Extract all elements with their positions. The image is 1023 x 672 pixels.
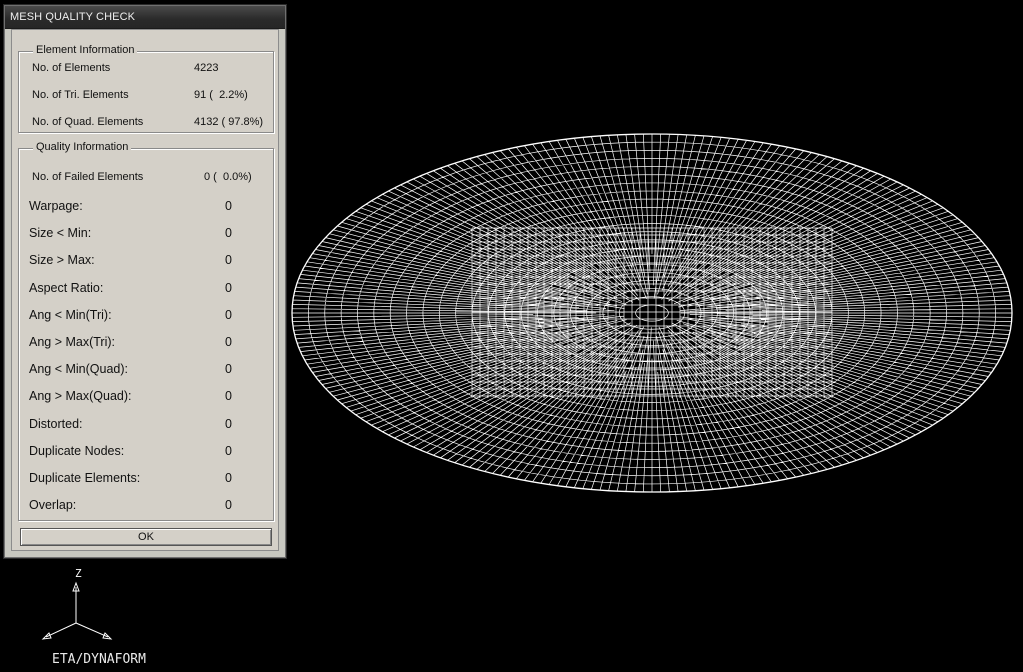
quality-row: Ang > Max(Quad): 0 bbox=[19, 389, 273, 405]
quality-criterion-label: Ang > Max(Tri): bbox=[29, 335, 116, 349]
y-axis-line bbox=[75, 622, 109, 638]
quality-information-group: Quality Information No. of Failed Elemen… bbox=[18, 141, 274, 521]
quality-row: Overlap: 0 bbox=[19, 498, 273, 514]
dialog-titlebar[interactable]: MESH QUALITY CHECK bbox=[5, 6, 285, 29]
quality-criterion-label: Ang > Max(Quad): bbox=[29, 389, 132, 404]
quality-row: Duplicate Elements: 0 bbox=[19, 471, 273, 487]
quality-criterion-value: 0 bbox=[225, 443, 232, 458]
quality-criterion-label: Size < Min: bbox=[29, 226, 92, 241]
quad-elements-value: 4132 ( 97.8%) bbox=[194, 116, 264, 128]
eta-dynaform-logo: ETA/DYNAFORM bbox=[52, 652, 146, 667]
quality-row: Ang < Min(Tri): 0 bbox=[19, 308, 273, 324]
quality-criterion-value: 0 bbox=[225, 362, 232, 377]
quality-criterion-label: Aspect Ratio: bbox=[29, 280, 104, 295]
quality-criterion-value: 0 bbox=[225, 416, 232, 431]
quality-row: Size < Min: 0 bbox=[19, 226, 273, 242]
y-axis-arrowhead bbox=[102, 632, 113, 640]
quality-criterion-value: 0 bbox=[225, 389, 232, 404]
x-axis-line bbox=[45, 622, 77, 638]
quality-row: Aspect Ratio: 0 bbox=[19, 281, 273, 297]
quality-row: Duplicate Nodes: 0 bbox=[19, 444, 273, 460]
dialog-body: Element Information No. of Elements 4223… bbox=[11, 29, 279, 551]
mesh-quality-check-dialog: MESH QUALITY CHECK Element Information N… bbox=[4, 5, 286, 558]
ok-button[interactable]: OK bbox=[20, 528, 272, 546]
quality-criterion-value: 0 bbox=[225, 307, 232, 322]
quality-criterion-value: 0 bbox=[225, 498, 232, 513]
info-row-quad-elements: No. of Quad. Elements 4132 ( 97.8%) bbox=[19, 116, 273, 130]
quality-row: Warpage: 0 bbox=[19, 199, 273, 215]
quality-criterion-value: 0 bbox=[225, 471, 232, 485]
z-axis-label: Z bbox=[75, 567, 82, 580]
info-row-tri-elements: No. of Tri. Elements 91 ( 2.2%) bbox=[19, 89, 273, 103]
quality-criterion-label: Overlap: bbox=[29, 498, 77, 513]
quality-criterion-label: Ang < Min(Quad): bbox=[29, 362, 129, 377]
quality-criterion-label: Size > Max: bbox=[29, 253, 95, 268]
elements-label: No. of Elements bbox=[32, 62, 111, 74]
quality-criterion-label: Ang < Min(Tri): bbox=[29, 307, 112, 322]
mesh-element-edges bbox=[292, 134, 1012, 492]
quality-criterion-label: Warpage: bbox=[29, 199, 83, 213]
quality-criterion-label: Duplicate Nodes: bbox=[29, 443, 125, 458]
quality-criterion-value: 0 bbox=[225, 253, 232, 268]
quality-criterion-value: 0 bbox=[225, 280, 232, 295]
failed-elements-label: No. of Failed Elements bbox=[32, 171, 144, 183]
quality-criterion-value: 0 bbox=[225, 199, 232, 213]
quality-row: Distorted: 0 bbox=[19, 417, 273, 433]
quality-information-caption: Quality Information bbox=[33, 141, 132, 153]
quality-criterion-value: 0 bbox=[225, 335, 232, 349]
element-information-caption: Element Information bbox=[33, 44, 138, 56]
y-axis-label: Y bbox=[114, 643, 121, 645]
circular-blank-mesh bbox=[292, 134, 1012, 492]
quality-criterion-label: Distorted: bbox=[29, 416, 83, 431]
failed-elements-value: 0 ( 0.0%) bbox=[204, 171, 252, 183]
quality-row: Size > Max: 0 bbox=[19, 253, 273, 269]
quad-elements-label: No. of Quad. Elements bbox=[32, 116, 144, 128]
dialog-title: MESH QUALITY CHECK bbox=[10, 11, 136, 23]
info-row-elements: No. of Elements 4223 bbox=[19, 62, 273, 76]
elements-value: 4223 bbox=[194, 62, 219, 74]
quality-row: Ang < Min(Quad): 0 bbox=[19, 362, 273, 378]
tri-elements-value: 91 ( 2.2%) bbox=[194, 89, 248, 101]
quality-criterion-label: Duplicate Elements: bbox=[29, 471, 141, 485]
quality-criterion-value: 0 bbox=[225, 226, 232, 241]
quality-row: Ang > Max(Tri): 0 bbox=[19, 335, 273, 351]
failed-elements-row: No. of Failed Elements 0 ( 0.0%) bbox=[19, 171, 273, 185]
element-information-group: Element Information No. of Elements 4223… bbox=[18, 44, 274, 133]
axis-triad: Z X Y bbox=[41, 567, 121, 645]
tri-elements-label: No. of Tri. Elements bbox=[32, 89, 129, 101]
